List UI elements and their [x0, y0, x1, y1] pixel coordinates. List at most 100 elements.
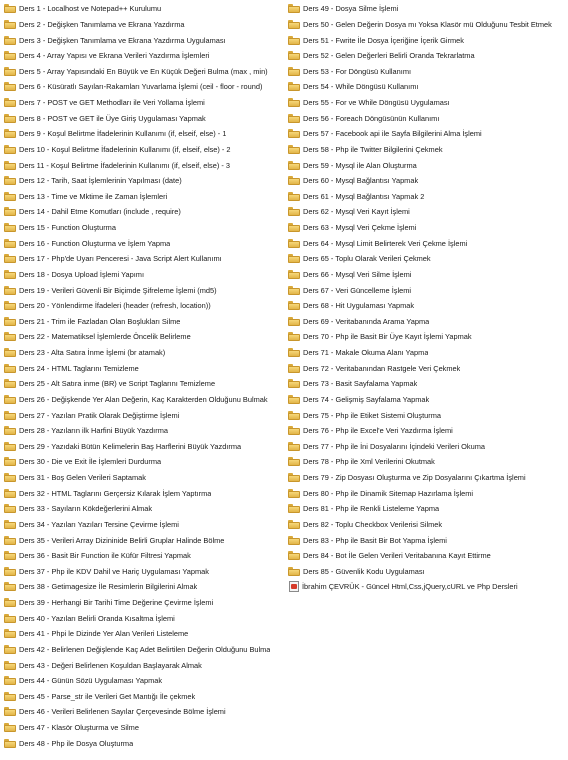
folder-item[interactable]: Ders 55 - For ve While Döngüsü Uygulamas… [288, 95, 568, 111]
folder-item[interactable]: Ders 3 - Değişken Tanımlama ve Ekrana Ya… [4, 32, 286, 48]
folder-item[interactable]: Ders 43 - Değeri Belirlenen Koşuldan Baş… [4, 657, 286, 673]
folder-item[interactable]: Ders 82 - Toplu Checkbox Verilerisi Silm… [288, 517, 568, 533]
folder-icon [4, 629, 16, 639]
folder-item[interactable]: Ders 17 - Php'de Uyarı Penceresi - Java … [4, 251, 286, 267]
folder-item[interactable]: Ders 28 - Yazıların ilk Harfini Büyük Ya… [4, 423, 286, 439]
folder-item[interactable]: Ders 76 - Php ile Excel'e Veri Yazdırma … [288, 423, 568, 439]
folder-item[interactable]: Ders 9 - Koşul Belirtme İfadelerinin Kul… [4, 126, 286, 142]
folder-item[interactable]: Ders 38 - Getimagesize İle Resimlerin Bi… [4, 579, 286, 595]
folder-item[interactable]: Ders 66 - Mysql Veri Silme İşlemi [288, 267, 568, 283]
folder-label: Ders 46 - Verileri Belirlenen Sayılar Çe… [19, 707, 226, 717]
folder-item[interactable]: Ders 69 - Veritabanında Arama Yapma [288, 314, 568, 330]
folder-item[interactable]: Ders 80 - Php ile Dinamik Sitemap Hazırl… [288, 485, 568, 501]
folder-item[interactable]: Ders 39 - Herhangi Bir Tarihi Time Değer… [4, 595, 286, 611]
folder-item[interactable]: Ders 65 - Toplu Olarak Verileri Çekmek [288, 251, 568, 267]
folder-item[interactable]: Ders 19 - Verileri Güvenli Bir Biçimde Ş… [4, 282, 286, 298]
folder-item[interactable]: Ders 26 - Değişkende Yer Alan Değerin, K… [4, 392, 286, 408]
folder-item[interactable]: Ders 60 - Mysql Bağlantısı Yapmak [288, 173, 568, 189]
folder-item[interactable]: Ders 16 - Function Oluşturma ve İşlem Ya… [4, 235, 286, 251]
folder-icon [4, 35, 16, 45]
folder-item[interactable]: Ders 11 - Koşul Belirtme İfadelerinin Ku… [4, 157, 286, 173]
folder-item[interactable]: Ders 85 - Güvenlik Kodu Uygulaması [288, 564, 568, 580]
folder-item[interactable]: Ders 5 - Array Yapısındaki En Büyük ve E… [4, 64, 286, 80]
folder-item[interactable]: Ders 32 - HTML Taglarını Gerçersiz Kılar… [4, 485, 286, 501]
folder-item[interactable]: Ders 31 - Boş Gelen Verileri Saptamak [4, 470, 286, 486]
folder-item[interactable]: Ders 79 - Zip Dosyası Oluşturma ve Zip D… [288, 470, 568, 486]
folder-item[interactable]: Ders 15 - Function Oluşturma [4, 220, 286, 236]
folder-item[interactable]: Ders 64 - Mysql Limit Belirterek Veri Çe… [288, 235, 568, 251]
folder-item[interactable]: Ders 54 - While Döngüsü Kullanımı [288, 79, 568, 95]
folder-item[interactable]: Ders 8 - POST ve GET ile Üye Giriş Uygul… [4, 110, 286, 126]
folder-item[interactable]: Ders 4 - Array Yapısı ve Ekrana Verileri… [4, 48, 286, 64]
folder-item[interactable]: Ders 68 - Hit Uygulaması Yapmak [288, 298, 568, 314]
folder-item[interactable]: Ders 67 - Veri Güncelleme İşlemi [288, 282, 568, 298]
folder-item[interactable]: Ders 63 - Mysql Veri Çekme İşlemi [288, 220, 568, 236]
folder-label: Ders 21 - Trim ile Fazladan Olan Boşlukl… [19, 316, 181, 326]
folder-item[interactable]: Ders 49 - Dosya Silme İşlemi [288, 1, 568, 17]
folder-icon [4, 19, 16, 29]
folder-item[interactable]: Ders 18 - Dosya Upload İşlemi Yapımı [4, 267, 286, 283]
folder-item[interactable]: Ders 75 - Php ile Etiket Sistemi Oluştur… [288, 407, 568, 423]
folder-item[interactable]: Ders 24 - HTML Taglarını Temizleme [4, 360, 286, 376]
folder-item[interactable]: Ders 57 - Facebook api ile Sayfa Bilgile… [288, 126, 568, 142]
folder-item[interactable]: Ders 25 - Alt Satıra inme (BR) ve Script… [4, 376, 286, 392]
folder-item[interactable]: Ders 46 - Verileri Belirlenen Sayılar Çe… [4, 704, 286, 720]
folder-item[interactable]: Ders 6 - Küsüratlı Sayıları-Rakamları Yu… [4, 79, 286, 95]
folder-item[interactable]: Ders 37 - Php ile KDV Dahil ve Hariç Uyg… [4, 564, 286, 580]
folder-item[interactable]: Ders 72 - Veritabanından Rastgele Veri Ç… [288, 360, 568, 376]
folder-item[interactable]: Ders 41 - Phpi le Dizinde Yer Alan Veril… [4, 626, 286, 642]
file-item[interactable]: İbrahim ÇEVRÜK - Güncel Html,Css,jQuery,… [288, 579, 568, 595]
folder-item[interactable]: Ders 81 - Php ile Renkli Listeleme Yapma [288, 501, 568, 517]
folder-item[interactable]: Ders 40 - Yazıları Belirli Oranda Kısalt… [4, 610, 286, 626]
folder-item[interactable]: Ders 20 - Yönlendirme İfadeleri (header … [4, 298, 286, 314]
folder-item[interactable]: Ders 42 - Belirlenen Değişlende Kaç Adet… [4, 642, 286, 658]
folder-label: Ders 11 - Koşul Belirtme İfadelerinin Ku… [19, 160, 230, 170]
folder-item[interactable]: Ders 35 - Verileri Array Dizininide Beli… [4, 532, 286, 548]
folder-item[interactable]: Ders 12 - Tarih, Saat İşlemlerinin Yapıl… [4, 173, 286, 189]
folder-label: Ders 58 - Php ile Twitter Bilgilerini Çe… [303, 144, 443, 154]
folder-item[interactable]: Ders 44 - Günün Sözü Uygulaması Yapmak [4, 673, 286, 689]
folder-item[interactable]: Ders 22 - Matematiksel İşlemlerde Önceli… [4, 329, 286, 345]
folder-item[interactable]: Ders 71 - Makale Okuma Alanı Yapma [288, 345, 568, 361]
folder-item[interactable]: Ders 1 - Localhost ve Notepad++ Kurulumu [4, 1, 286, 17]
folder-item[interactable]: Ders 74 - Gelişmiş Sayfalama Yapmak [288, 392, 568, 408]
folder-item[interactable]: Ders 23 - Alta Satıra İnme İşlemi (br at… [4, 345, 286, 361]
folder-icon [4, 269, 16, 279]
folder-icon [4, 82, 16, 92]
folder-item[interactable]: Ders 30 - Die ve Exit İle İşlemleri Durd… [4, 454, 286, 470]
folder-item[interactable]: Ders 84 - Bot İle Gelen Verileri Veritab… [288, 548, 568, 564]
folder-item[interactable]: Ders 70 - Php ile Basit Bir Üye Kayıt İş… [288, 329, 568, 345]
folder-icon [4, 691, 16, 701]
folder-item[interactable]: Ders 7 - POST ve GET Methodları ile Veri… [4, 95, 286, 111]
folder-icon [4, 129, 16, 139]
folder-item[interactable]: Ders 2 - Değişken Tanımlama ve Ekrana Ya… [4, 17, 286, 33]
folder-item[interactable]: Ders 14 - Dahil Etme Komutları (include … [4, 204, 286, 220]
folder-item[interactable]: Ders 10 - Koşul Belirtme İfadelerinin Ku… [4, 142, 286, 158]
folder-item[interactable]: Ders 73 - Basit Sayfalama Yapmak [288, 376, 568, 392]
folder-item[interactable]: Ders 58 - Php ile Twitter Bilgilerini Çe… [288, 142, 568, 158]
folder-item[interactable]: Ders 13 - Time ve Mktime ile Zaman İşlem… [4, 189, 286, 205]
folder-item[interactable]: Ders 36 - Basit Bir Function ile Küfür F… [4, 548, 286, 564]
folder-item[interactable]: Ders 59 - Mysql ile Alan Oluşturma [288, 157, 568, 173]
folder-item[interactable]: Ders 78 - Php ile Xml Verilerini Okutmak [288, 454, 568, 470]
folder-label: Ders 36 - Basit Bir Function ile Küfür F… [19, 551, 191, 561]
folder-item[interactable]: Ders 34 - Yazıları Yazıları Tersine Çevi… [4, 517, 286, 533]
folder-item[interactable]: Ders 29 - Yazıdaki Bütün Kelimelerin Baş… [4, 439, 286, 455]
folder-item[interactable]: Ders 27 - Yazıları Pratik Olarak Değişti… [4, 407, 286, 423]
folder-item[interactable]: Ders 61 - Mysql Bağlantısı Yapmak 2 [288, 189, 568, 205]
folder-item[interactable]: Ders 50 - Gelen Değerin Dosya mı Yoksa K… [288, 17, 568, 33]
folder-item[interactable]: Ders 56 - Foreach Döngüsünün Kullanımı [288, 110, 568, 126]
folder-item[interactable]: Ders 83 - Php ile Basit Bir Bot Yapma İş… [288, 532, 568, 548]
folder-item[interactable]: Ders 77 - Php ile İni Dosyalarını İçinde… [288, 439, 568, 455]
folder-item[interactable]: Ders 47 - Klasör Oluşturma ve Silme [4, 720, 286, 736]
folder-item[interactable]: Ders 52 - Gelen Değerleri Belirli Oranda… [288, 48, 568, 64]
folder-label: Ders 3 - Değişken Tanımlama ve Ekrana Ya… [19, 35, 226, 45]
folder-item[interactable]: Ders 21 - Trim ile Fazladan Olan Boşlukl… [4, 314, 286, 330]
folder-item[interactable]: Ders 48 - Php ile Dosya Oluşturma [4, 735, 286, 751]
folder-item[interactable]: Ders 53 - For Döngüsü Kullanımı [288, 64, 568, 80]
folder-icon [4, 504, 16, 514]
folder-item[interactable]: Ders 33 - Sayıların Kökdeğerlerini Almak [4, 501, 286, 517]
folder-item[interactable]: Ders 45 - Parse_str ile Verileri Get Man… [4, 689, 286, 705]
folder-item[interactable]: Ders 51 - Fwrite İle Dosya İçeriğine İçe… [288, 32, 568, 48]
folder-item[interactable]: Ders 62 - Mysql Veri Kayıt İşlemi [288, 204, 568, 220]
